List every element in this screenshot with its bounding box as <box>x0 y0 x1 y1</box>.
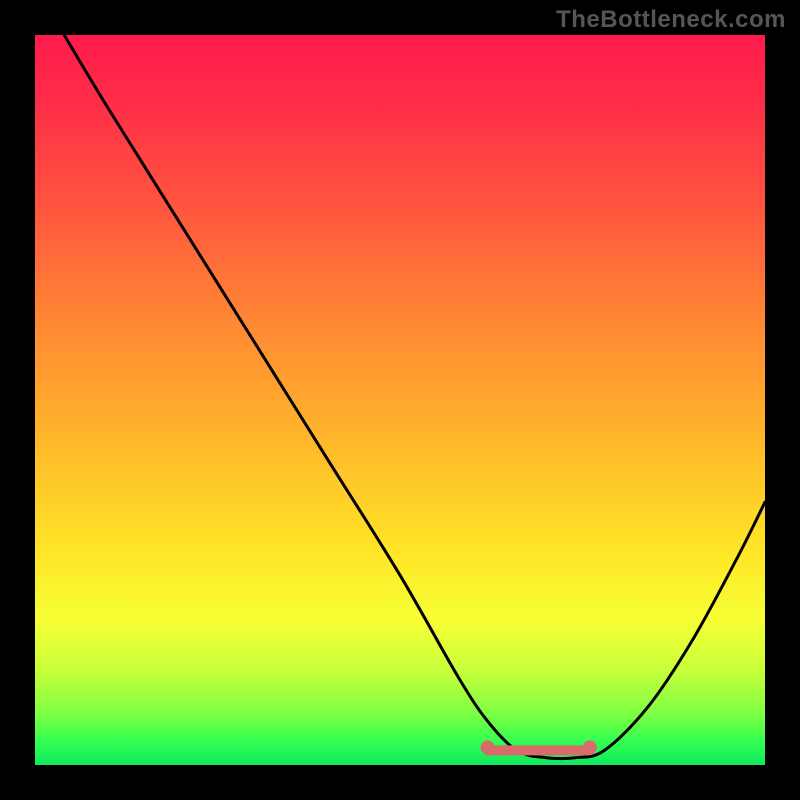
optimal-range-start-dot <box>481 740 495 754</box>
chart-frame: TheBottleneck.com <box>0 0 800 800</box>
plot-area <box>35 35 765 765</box>
bottleneck-curve <box>64 35 765 759</box>
optimal-range-end-dot <box>583 740 597 754</box>
watermark-label: TheBottleneck.com <box>556 6 786 34</box>
plot-svg <box>35 35 765 765</box>
